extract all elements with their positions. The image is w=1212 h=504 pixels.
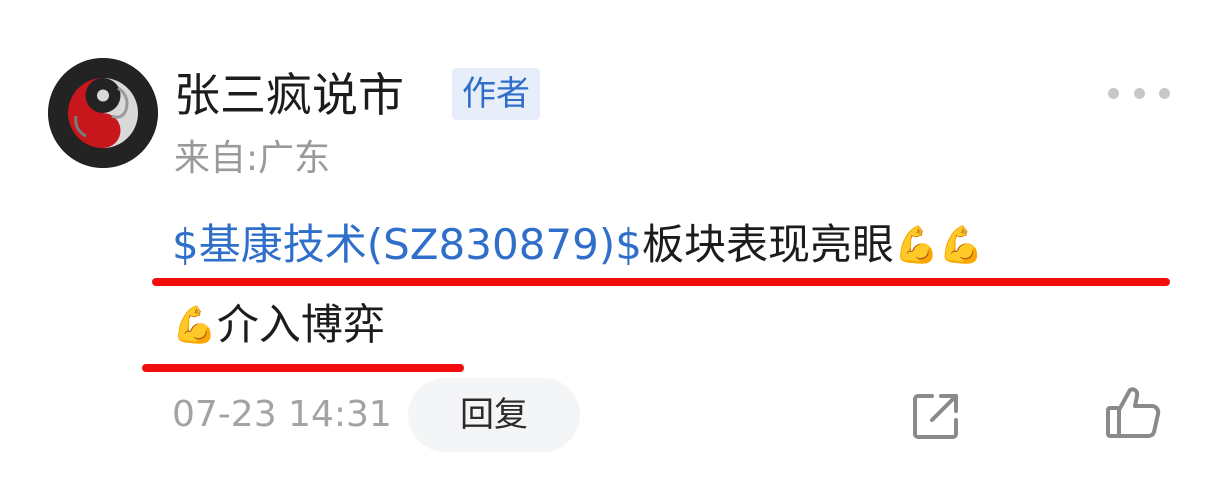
post-text: 介入博弈	[216, 300, 385, 349]
thumbs-up-icon	[1106, 387, 1161, 438]
author-badge: 作者	[452, 68, 540, 120]
avatar-logo-icon	[48, 58, 158, 168]
flexed-biceps-emoji: 💪💪	[894, 225, 984, 266]
like-button[interactable]	[1104, 384, 1162, 442]
stock-link[interactable]: $基康技术(SZ830879)$	[172, 220, 642, 269]
share-button[interactable]	[910, 390, 962, 442]
author-name[interactable]: 张三疯说市	[174, 60, 404, 130]
comment-card: 张三疯说市 作者 来自:广东 $基康技术(SZ830879)$板块表现亮眼💪💪 …	[0, 0, 1212, 504]
post-content-line-1: $基康技术(SZ830879)$板块表现亮眼💪💪	[172, 214, 984, 277]
red-annotation-underline	[142, 364, 464, 372]
share-icon	[913, 394, 958, 439]
timestamp: 07-23 14:31	[172, 394, 392, 435]
reply-button[interactable]: 回复	[408, 378, 580, 452]
location-label: 来自:广东	[174, 138, 331, 179]
more-options-button[interactable]	[1108, 78, 1170, 108]
avatar[interactable]	[48, 58, 158, 168]
post-content-line-2: 💪介入博弈	[172, 294, 385, 357]
post-text: 板块表现亮眼	[641, 220, 894, 269]
flexed-biceps-emoji: 💪	[172, 305, 217, 346]
red-annotation-underline	[152, 278, 1170, 286]
more-dots-icon	[1108, 87, 1119, 99]
